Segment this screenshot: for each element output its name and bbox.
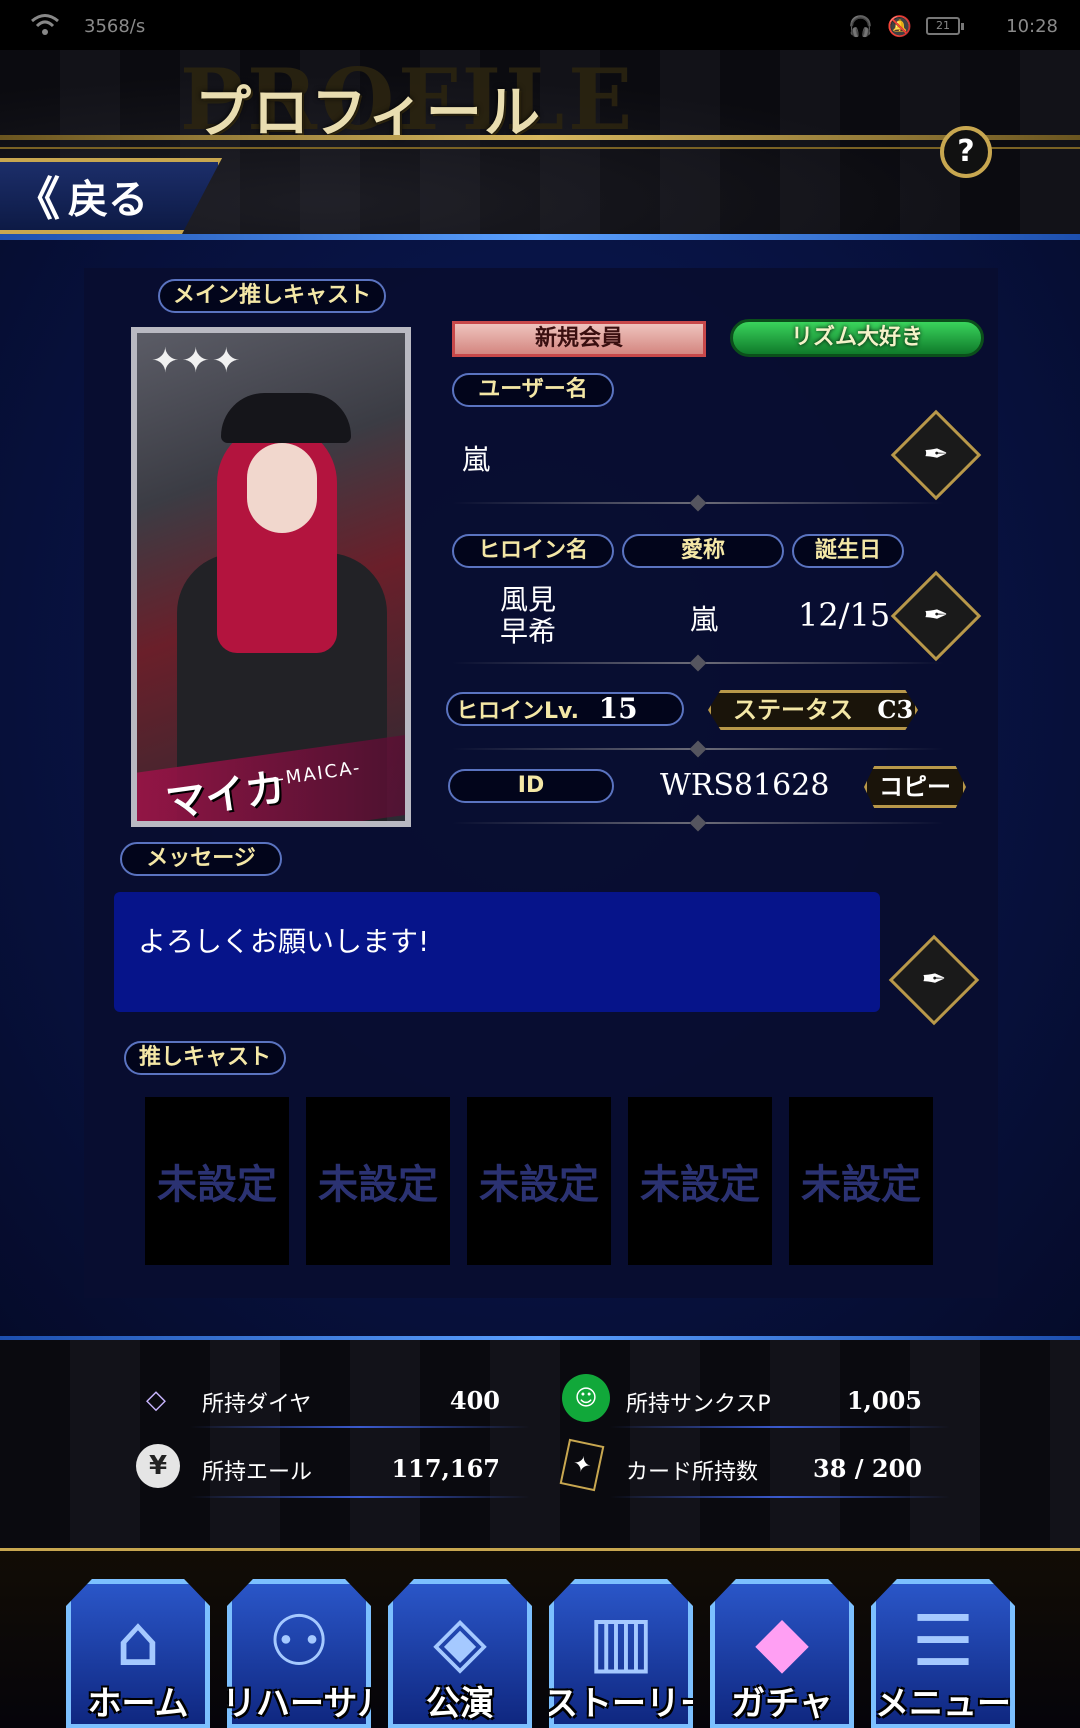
- heroine-name-line-1: 風見: [500, 583, 557, 616]
- id-value: WRS81628: [660, 768, 830, 803]
- divider: [452, 662, 944, 664]
- nickname-value: 嵐: [690, 603, 719, 636]
- birthday-label: 誕生日: [792, 534, 904, 568]
- heroine-level-label: ヒロインLv.: [456, 699, 579, 724]
- pen-nib-icon: ✒: [923, 598, 949, 633]
- message-text: よろしくお願いします!: [138, 925, 430, 958]
- nav-rehearsal[interactable]: ⚇ リハーサル: [227, 1579, 371, 1728]
- oshi-cast-label: 推しキャスト: [124, 1041, 286, 1075]
- mute-bell-icon: 🔕: [887, 14, 912, 38]
- cards-value: 38 / 200: [813, 1454, 922, 1483]
- username-label: ユーザー名: [452, 373, 614, 407]
- heroine-level-value: 15: [598, 692, 638, 725]
- divider: [452, 502, 944, 504]
- heroine-level-field: ヒロインLv. 15: [446, 692, 684, 726]
- wifi-icon: [31, 14, 59, 35]
- birthday-value: 12/15: [798, 596, 891, 634]
- divider: [452, 748, 944, 750]
- username-value: 嵐: [462, 443, 491, 476]
- main-cast-label: メイン推しキャスト: [158, 279, 386, 313]
- header: PROFILE プロフィール ? 《 戻る: [0, 50, 1080, 240]
- oshi-slot[interactable]: 未設定: [306, 1097, 450, 1265]
- status-field: ステータス C3: [708, 690, 918, 730]
- help-button[interactable]: ?: [940, 126, 992, 178]
- nav-label: 公演: [426, 1684, 494, 1724]
- status-value: C3: [877, 695, 914, 724]
- rarity-stars-icon: ✦✦✦: [151, 341, 243, 381]
- header-gold-rule-thin: [0, 147, 1080, 149]
- notepad-icon: ☰: [911, 1600, 975, 1682]
- currency-rule: [190, 1426, 530, 1428]
- chevron-left-icon: 《: [14, 172, 60, 226]
- nickname-label: 愛称: [622, 534, 784, 568]
- rehearsal-icon: ⚇: [267, 1600, 331, 1682]
- nav-label: ホーム: [87, 1684, 189, 1724]
- net-speed: 3568/s: [84, 16, 146, 37]
- back-label: 戻る: [68, 177, 148, 223]
- oshi-slot[interactable]: 未設定: [628, 1097, 772, 1265]
- oshi-slot[interactable]: 未設定: [789, 1097, 933, 1265]
- diamonds-value: 400: [449, 1386, 500, 1415]
- book-icon: ▥: [587, 1600, 655, 1682]
- thanks-label: 所持サンクスP: [626, 1392, 771, 1417]
- diamond-icon: ◇: [146, 1385, 166, 1415]
- main-cast-card[interactable]: ✦✦✦ マイカ -MAICA-: [131, 327, 411, 827]
- oshi-slot[interactable]: 未設定: [467, 1097, 611, 1265]
- nav-home[interactable]: ⌂ ホーム: [66, 1579, 210, 1728]
- heroine-name-label: ヒロイン名: [452, 534, 614, 568]
- copy-id-button[interactable]: コピー: [864, 766, 966, 808]
- bottom-nav: ⌂ ホーム ⚇ リハーサル ◈ 公演 ▥ ストーリー ◆ ガチャ ☰ メニュー: [0, 1548, 1080, 1728]
- divider: [452, 822, 944, 824]
- back-button[interactable]: 《 戻る: [0, 158, 222, 234]
- nav-performance[interactable]: ◈ 公演: [388, 1579, 532, 1728]
- member-badge: 新規会員: [452, 321, 706, 357]
- nav-story[interactable]: ▥ ストーリー: [549, 1579, 693, 1728]
- smile-icon: ☺: [562, 1374, 610, 1422]
- currency-panel: ◇ 所持ダイヤ 400 ☺ 所持サンクスP 1,005 ¥ 所持エール 117,…: [0, 1340, 1080, 1560]
- clock: 10:28: [1006, 16, 1058, 37]
- pen-nib-icon: ✒: [923, 437, 949, 472]
- diamonds-label: 所持ダイヤ: [202, 1392, 312, 1417]
- yell-label: 所持エール: [202, 1460, 313, 1485]
- diamond-icon: ◆: [755, 1600, 809, 1682]
- card-art-face: [247, 443, 317, 533]
- status-label: ステータス: [733, 696, 853, 724]
- oshi-slot[interactable]: 未設定: [145, 1097, 289, 1265]
- card-art-hat: [221, 393, 351, 443]
- currency-rule: [610, 1426, 950, 1428]
- currency-rule: [610, 1496, 950, 1498]
- status-bar: 3568/s 🎧 🔕 21 10:28: [0, 0, 1080, 50]
- header-gold-rule: [0, 135, 1080, 140]
- yell-value: 117,167: [391, 1454, 500, 1483]
- heroine-name-value: 風見 早希: [500, 584, 556, 648]
- nav-gacha[interactable]: ◆ ガチャ: [710, 1579, 854, 1728]
- nav-label: ストーリー: [544, 1684, 714, 1724]
- card-icon: ✦: [559, 1438, 605, 1492]
- message-label: メッセージ: [120, 842, 282, 876]
- cards-label: カード所持数: [626, 1460, 759, 1485]
- nav-label: ガチャ: [731, 1684, 833, 1724]
- nav-menu[interactable]: ☰ メニュー: [871, 1579, 1015, 1728]
- performance-icon: ◈: [433, 1600, 487, 1682]
- heroine-name-line-2: 早希: [500, 615, 557, 648]
- thanks-value: 1,005: [846, 1386, 922, 1415]
- pen-nib-icon: ✒: [921, 962, 947, 997]
- nav-label: メニュー: [875, 1684, 1011, 1724]
- home-icon: ⌂: [115, 1600, 161, 1682]
- yen-icon: ¥: [136, 1444, 180, 1488]
- headphones-icon: 🎧: [848, 14, 874, 38]
- currency-rule: [190, 1496, 530, 1498]
- battery-icon: 21: [926, 17, 964, 35]
- title-badge: リズム大好き: [730, 319, 984, 357]
- id-label: ID: [448, 769, 614, 803]
- nav-label: リハーサル: [222, 1684, 392, 1724]
